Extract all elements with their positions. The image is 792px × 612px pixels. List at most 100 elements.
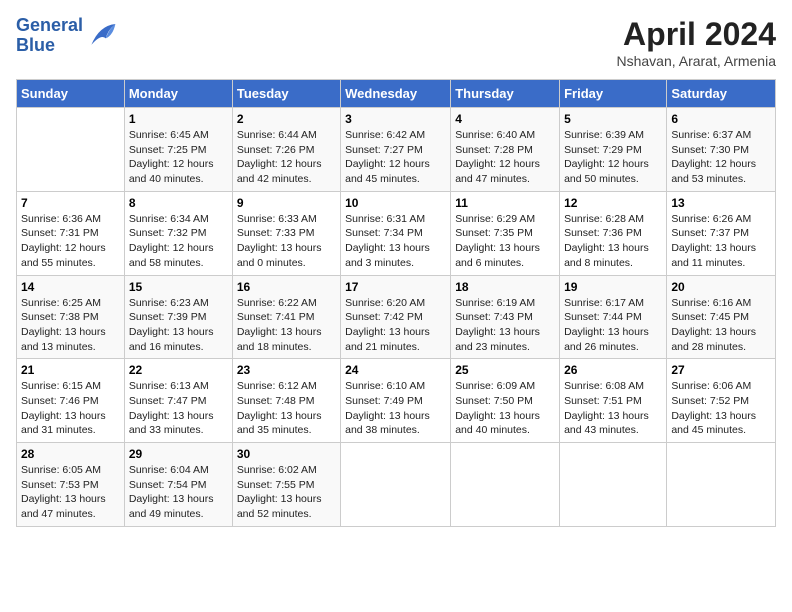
calendar-cell bbox=[341, 443, 451, 527]
page-header: General Blue April 2024 Nshavan, Ararat,… bbox=[16, 16, 776, 69]
logo-text-line2: Blue bbox=[16, 36, 83, 56]
week-row-3: 14Sunrise: 6:25 AM Sunset: 7:38 PM Dayli… bbox=[17, 275, 776, 359]
calendar-cell: 11Sunrise: 6:29 AM Sunset: 7:35 PM Dayli… bbox=[451, 191, 560, 275]
day-info: Sunrise: 6:37 AM Sunset: 7:30 PM Dayligh… bbox=[671, 128, 771, 187]
day-info: Sunrise: 6:20 AM Sunset: 7:42 PM Dayligh… bbox=[345, 296, 446, 355]
day-info: Sunrise: 6:33 AM Sunset: 7:33 PM Dayligh… bbox=[237, 212, 336, 271]
day-info: Sunrise: 6:28 AM Sunset: 7:36 PM Dayligh… bbox=[564, 212, 662, 271]
location-text: Nshavan, Ararat, Armenia bbox=[616, 53, 776, 69]
calendar-cell: 27 Sunrise: 6:06 AM Sunset: 7:52 PM Dayli… bbox=[667, 359, 776, 443]
day-number: 23 bbox=[237, 363, 336, 377]
header-cell-monday: Monday bbox=[124, 80, 232, 108]
day-number: 20 bbox=[671, 280, 771, 294]
calendar-cell: 23 Sunrise: 6:12 AM Sunset: 7:48 PM Dayli… bbox=[232, 359, 340, 443]
day-info: Sunrise: 6:09 AM Sunset: 7:50 PM Dayligh… bbox=[455, 379, 555, 438]
week-row-4: 21Sunrise: 6:15 AM Sunset: 7:46 PM Dayli… bbox=[17, 359, 776, 443]
day-number: 7 bbox=[21, 196, 120, 210]
calendar-cell: 6 Sunrise: 6:37 AM Sunset: 7:30 PM Daylig… bbox=[667, 108, 776, 192]
header-cell-friday: Friday bbox=[560, 80, 667, 108]
calendar-cell: 29 Sunrise: 6:04 AM Sunset: 7:54 PM Dayli… bbox=[124, 443, 232, 527]
day-info: Sunrise: 6:12 AM Sunset: 7:48 PM Dayligh… bbox=[237, 379, 336, 438]
calendar-cell bbox=[667, 443, 776, 527]
calendar-cell: 12 Sunrise: 6:28 AM Sunset: 7:36 PM Dayli… bbox=[560, 191, 667, 275]
day-info: Sunrise: 6:16 AM Sunset: 7:45 PM Dayligh… bbox=[671, 296, 771, 355]
day-info: Sunrise: 6:26 AM Sunset: 7:37 PM Dayligh… bbox=[671, 212, 771, 271]
calendar-cell: 16Sunrise: 6:22 AM Sunset: 7:41 PM Dayli… bbox=[232, 275, 340, 359]
day-number: 25 bbox=[455, 363, 555, 377]
day-info: Sunrise: 6:40 AM Sunset: 7:28 PM Dayligh… bbox=[455, 128, 555, 187]
day-number: 17 bbox=[345, 280, 446, 294]
day-number: 24 bbox=[345, 363, 446, 377]
day-info: Sunrise: 6:04 AM Sunset: 7:54 PM Dayligh… bbox=[129, 463, 228, 522]
calendar-cell: 25 Sunrise: 6:09 AM Sunset: 7:50 PM Dayli… bbox=[451, 359, 560, 443]
calendar-cell bbox=[560, 443, 667, 527]
calendar-cell: 2 Sunrise: 6:44 AM Sunset: 7:26 PM Daylig… bbox=[232, 108, 340, 192]
calendar-cell: 14Sunrise: 6:25 AM Sunset: 7:38 PM Dayli… bbox=[17, 275, 125, 359]
day-number: 12 bbox=[564, 196, 662, 210]
calendar-cell: 28Sunrise: 6:05 AM Sunset: 7:53 PM Dayli… bbox=[17, 443, 125, 527]
calendar-cell: 22Sunrise: 6:13 AM Sunset: 7:47 PM Dayli… bbox=[124, 359, 232, 443]
calendar-cell bbox=[17, 108, 125, 192]
day-info: Sunrise: 6:19 AM Sunset: 7:43 PM Dayligh… bbox=[455, 296, 555, 355]
header-cell-wednesday: Wednesday bbox=[341, 80, 451, 108]
day-info: Sunrise: 6:06 AM Sunset: 7:52 PM Dayligh… bbox=[671, 379, 771, 438]
calendar-cell: 21Sunrise: 6:15 AM Sunset: 7:46 PM Dayli… bbox=[17, 359, 125, 443]
day-info: Sunrise: 6:10 AM Sunset: 7:49 PM Dayligh… bbox=[345, 379, 446, 438]
calendar-cell: 1Sunrise: 6:45 AM Sunset: 7:25 PM Daylig… bbox=[124, 108, 232, 192]
logo-bird-icon bbox=[85, 22, 117, 50]
title-block: April 2024 Nshavan, Ararat, Armenia bbox=[616, 16, 776, 69]
week-row-1: 1Sunrise: 6:45 AM Sunset: 7:25 PM Daylig… bbox=[17, 108, 776, 192]
calendar-cell: 24 Sunrise: 6:10 AM Sunset: 7:49 PM Dayli… bbox=[341, 359, 451, 443]
day-info: Sunrise: 6:22 AM Sunset: 7:41 PM Dayligh… bbox=[237, 296, 336, 355]
day-number: 14 bbox=[21, 280, 120, 294]
day-number: 19 bbox=[564, 280, 662, 294]
logo: General Blue bbox=[16, 16, 117, 56]
calendar-cell: 9 Sunrise: 6:33 AM Sunset: 7:33 PM Daylig… bbox=[232, 191, 340, 275]
day-number: 26 bbox=[564, 363, 662, 377]
calendar-table: SundayMondayTuesdayWednesdayThursdayFrid… bbox=[16, 79, 776, 527]
calendar-cell: 4 Sunrise: 6:40 AM Sunset: 7:28 PM Daylig… bbox=[451, 108, 560, 192]
day-number: 9 bbox=[237, 196, 336, 210]
header-cell-tuesday: Tuesday bbox=[232, 80, 340, 108]
day-number: 27 bbox=[671, 363, 771, 377]
day-info: Sunrise: 6:44 AM Sunset: 7:26 PM Dayligh… bbox=[237, 128, 336, 187]
calendar-cell: 18 Sunrise: 6:19 AM Sunset: 7:43 PM Dayli… bbox=[451, 275, 560, 359]
day-number: 13 bbox=[671, 196, 771, 210]
day-number: 18 bbox=[455, 280, 555, 294]
day-info: Sunrise: 6:42 AM Sunset: 7:27 PM Dayligh… bbox=[345, 128, 446, 187]
day-info: Sunrise: 6:31 AM Sunset: 7:34 PM Dayligh… bbox=[345, 212, 446, 271]
day-info: Sunrise: 6:05 AM Sunset: 7:53 PM Dayligh… bbox=[21, 463, 120, 522]
day-number: 5 bbox=[564, 112, 662, 126]
calendar-cell: 3Sunrise: 6:42 AM Sunset: 7:27 PM Daylig… bbox=[341, 108, 451, 192]
day-info: Sunrise: 6:02 AM Sunset: 7:55 PM Dayligh… bbox=[237, 463, 336, 522]
calendar-cell: 7Sunrise: 6:36 AM Sunset: 7:31 PM Daylig… bbox=[17, 191, 125, 275]
day-info: Sunrise: 6:15 AM Sunset: 7:46 PM Dayligh… bbox=[21, 379, 120, 438]
calendar-cell: 10Sunrise: 6:31 AM Sunset: 7:34 PM Dayli… bbox=[341, 191, 451, 275]
calendar-cell: 15Sunrise: 6:23 AM Sunset: 7:39 PM Dayli… bbox=[124, 275, 232, 359]
day-info: Sunrise: 6:23 AM Sunset: 7:39 PM Dayligh… bbox=[129, 296, 228, 355]
day-number: 6 bbox=[671, 112, 771, 126]
day-number: 29 bbox=[129, 447, 228, 461]
calendar-cell: 17 Sunrise: 6:20 AM Sunset: 7:42 PM Dayli… bbox=[341, 275, 451, 359]
header-cell-saturday: Saturday bbox=[667, 80, 776, 108]
day-info: Sunrise: 6:39 AM Sunset: 7:29 PM Dayligh… bbox=[564, 128, 662, 187]
header-cell-sunday: Sunday bbox=[17, 80, 125, 108]
calendar-header: SundayMondayTuesdayWednesdayThursdayFrid… bbox=[17, 80, 776, 108]
day-info: Sunrise: 6:13 AM Sunset: 7:47 PM Dayligh… bbox=[129, 379, 228, 438]
month-title: April 2024 bbox=[616, 16, 776, 53]
day-number: 8 bbox=[129, 196, 228, 210]
logo-text-line1: General bbox=[16, 16, 83, 36]
calendar-cell: 19Sunrise: 6:17 AM Sunset: 7:44 PM Dayli… bbox=[560, 275, 667, 359]
calendar-cell bbox=[451, 443, 560, 527]
calendar-body: 1Sunrise: 6:45 AM Sunset: 7:25 PM Daylig… bbox=[17, 108, 776, 527]
day-number: 11 bbox=[455, 196, 555, 210]
calendar-cell: 30 Sunrise: 6:02 AM Sunset: 7:55 PM Dayli… bbox=[232, 443, 340, 527]
day-number: 30 bbox=[237, 447, 336, 461]
day-info: Sunrise: 6:45 AM Sunset: 7:25 PM Dayligh… bbox=[129, 128, 228, 187]
week-row-2: 7Sunrise: 6:36 AM Sunset: 7:31 PM Daylig… bbox=[17, 191, 776, 275]
day-number: 4 bbox=[455, 112, 555, 126]
day-info: Sunrise: 6:08 AM Sunset: 7:51 PM Dayligh… bbox=[564, 379, 662, 438]
day-info: Sunrise: 6:34 AM Sunset: 7:32 PM Dayligh… bbox=[129, 212, 228, 271]
calendar-cell: 26 Sunrise: 6:08 AM Sunset: 7:51 PM Dayli… bbox=[560, 359, 667, 443]
day-number: 2 bbox=[237, 112, 336, 126]
